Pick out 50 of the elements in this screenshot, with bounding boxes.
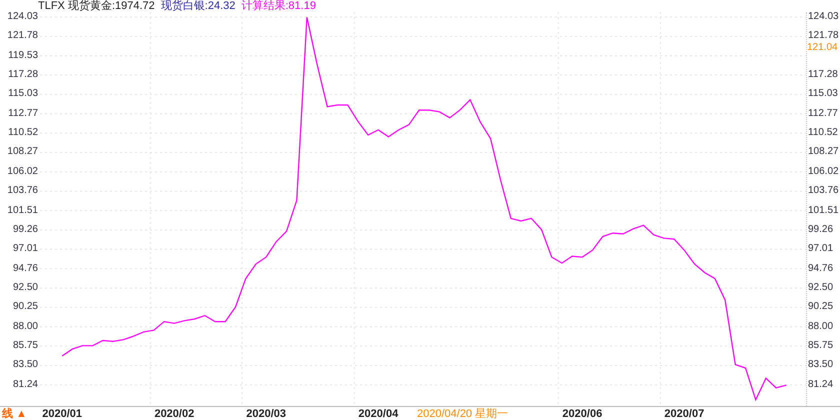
y-axis-label: 110.52 (8, 127, 38, 140)
y-axis-label: 99.26 (808, 224, 834, 236)
legend-text: TLFX 现货黄金:1974.72 (38, 0, 155, 12)
cursor-date-label: 2020/04/20 星期一 (417, 408, 508, 420)
y-axis-label: 124.03 (7, 11, 38, 23)
y-axis-label: 85.75 (12, 340, 38, 352)
y-axis-label: 83.50 (808, 359, 834, 372)
x-axis-label: 2020/06 (562, 408, 602, 420)
y-axis-label: 115.03 (808, 88, 838, 100)
y-axis-label: 90.25 (12, 301, 38, 314)
x-axis-label: 2020/02 (154, 408, 194, 420)
y-axis-label: 108.27 (808, 146, 839, 158)
y-axis-label: 106.02 (7, 166, 38, 178)
y-axis-label: 121.78 (7, 30, 38, 42)
y-axis-label: 92.50 (12, 282, 38, 294)
y-axis-label: 94.76 (808, 262, 834, 275)
y-axis-label: 124.03 (808, 11, 839, 23)
y-axis-label: 115.03 (8, 88, 38, 100)
y-axis-label: 117.28 (8, 69, 38, 82)
y-axis-label: 112.77 (808, 108, 838, 120)
y-axis-label: 112.77 (8, 108, 38, 120)
y-axis-label: 83.50 (12, 359, 38, 372)
y-axis-label: 81.24 (12, 378, 38, 391)
y-axis-label: 81.24 (808, 378, 834, 391)
x-axis-label: 2020/04 (358, 408, 398, 420)
y-axis-label: 103.76 (7, 185, 38, 198)
x-axis-label: 2020/07 (664, 408, 704, 420)
y-axis-label: 99.26 (12, 224, 38, 236)
y-axis-label: 108.27 (7, 146, 38, 158)
y-axis-label: 85.75 (808, 340, 834, 352)
x-axis-label: 2020/03 (246, 408, 286, 420)
chart-type-toggle[interactable]: 线 ▲ (0, 407, 40, 420)
y-axis-label: 101.51 (808, 204, 839, 217)
y-axis-label: 97.01 (12, 243, 38, 256)
y-axis-label: 97.01 (808, 243, 834, 256)
y-axis-label: 88.00 (808, 320, 834, 333)
legend-text: 现货白银:24.32 (160, 0, 236, 12)
y-axis-label: 119.53 (8, 50, 38, 62)
y-axis-label: 90.25 (808, 301, 834, 314)
y-axis-label: 94.76 (12, 262, 38, 275)
y-axis-label: 121.78 (808, 30, 839, 42)
y-axis-label: 103.76 (808, 185, 839, 198)
y-axis-label: 101.51 (7, 204, 38, 217)
legend-text: 计算结果:81.19 (241, 0, 316, 12)
x-axis-label: 2020/01 (42, 408, 82, 420)
y-axis-label: 106.02 (808, 166, 839, 178)
y-axis-label: 117.28 (808, 69, 838, 82)
y-axis-label: 92.50 (808, 282, 834, 294)
y-axis-label: 110.52 (808, 127, 838, 140)
y-axis-label: 88.00 (12, 320, 38, 333)
